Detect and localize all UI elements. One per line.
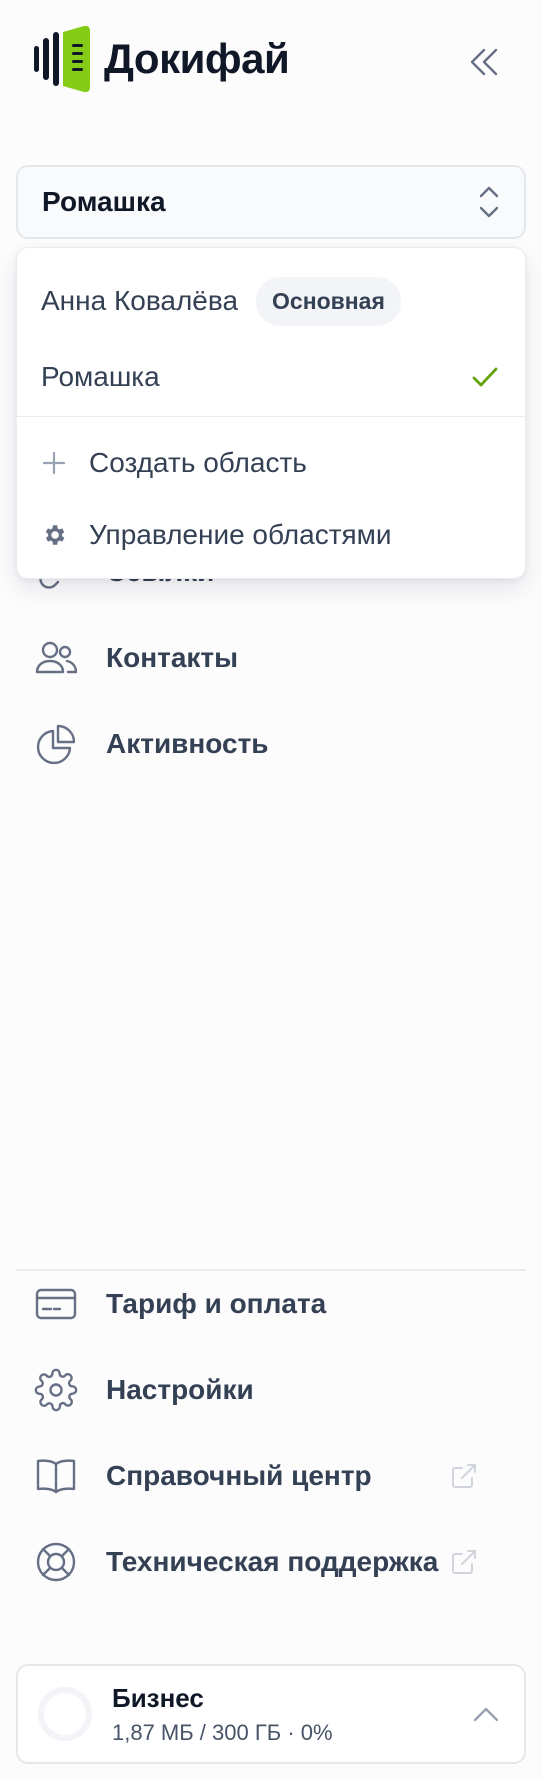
nav-item-label: Техническая поддержка: [106, 1546, 439, 1577]
nav-item-settings[interactable]: Настройки: [34, 1368, 254, 1412]
workspace-option-label: Анна Ковалёва: [41, 285, 239, 316]
settings-icon: [34, 1368, 78, 1412]
book-icon: [36, 1459, 76, 1494]
nav-item-label: Тариф и оплата: [106, 1288, 327, 1319]
external-link-icon: [452, 1550, 476, 1574]
nav-item-activity[interactable]: Активность: [34, 722, 269, 766]
nav-item-label: Контакты: [106, 642, 239, 673]
workspace-option-personal[interactable]: Анна Ковалёва Основная: [17, 264, 525, 338]
gear-icon: [45, 525, 65, 545]
nav-item-billing[interactable]: Тариф и оплата: [34, 1282, 326, 1326]
nav-item-contacts[interactable]: Контакты: [34, 636, 238, 680]
storage-progress-ring: [38, 1687, 92, 1741]
external-link-icon: [452, 1464, 476, 1488]
manage-workspaces-label: Управление областями: [89, 519, 392, 550]
life-buoy-icon: [36, 1542, 76, 1582]
manage-workspaces-item[interactable]: Управление областями: [17, 500, 525, 570]
create-workspace-item[interactable]: Создать область: [17, 428, 525, 498]
chevron-up-down-icon: [479, 186, 499, 218]
sidebar-divider: [16, 1269, 526, 1271]
plus-icon: [42, 451, 66, 475]
check-icon: [472, 367, 498, 387]
brand-name: Докифай: [104, 35, 290, 82]
dropdown-divider: [17, 416, 525, 417]
nav-item-help-center[interactable]: Справочный центр: [34, 1454, 508, 1498]
workspace-selected-label: Ромашка: [42, 186, 166, 217]
brand-logo[interactable]: Докифай: [34, 26, 290, 92]
users-icon: [35, 641, 78, 674]
plan-info: Бизнес 1,87 МБ / 300 ГБ · 0%: [112, 1683, 333, 1746]
plan-card[interactable]: Бизнес 1,87 МБ / 300 ГБ · 0%: [16, 1664, 526, 1764]
create-workspace-label: Создать область: [89, 447, 307, 478]
workspace-selector[interactable]: Ромашка: [16, 165, 526, 239]
nav-item-label: Активность: [106, 728, 269, 759]
nav-item-label: Справочный центр: [106, 1460, 372, 1491]
chevron-up-icon: [473, 1707, 499, 1722]
workspace-dropdown: Анна Ковалёва Основная Ромашка Создать о…: [16, 247, 526, 579]
sidebar: Докифай Ромашка Анна Ковалёва Основная Р…: [0, 0, 542, 1780]
storage-usage: 1,87 МБ / 300 ГБ · 0%: [112, 1719, 333, 1745]
pie-chart-icon: [36, 724, 76, 765]
chevrons-left-icon[interactable]: [466, 44, 502, 80]
nav-item-support[interactable]: Техническая поддержка: [34, 1540, 508, 1584]
plan-name: Бизнес: [112, 1682, 204, 1713]
credit-card-icon: [35, 1288, 77, 1320]
workspace-option-romashka[interactable]: Ромашка: [17, 340, 525, 414]
nav-item-label: Настройки: [106, 1374, 254, 1405]
logo-icon: [34, 26, 90, 92]
workspace-option-label: Ромашка: [41, 361, 160, 392]
primary-badge: Основная: [256, 276, 401, 326]
